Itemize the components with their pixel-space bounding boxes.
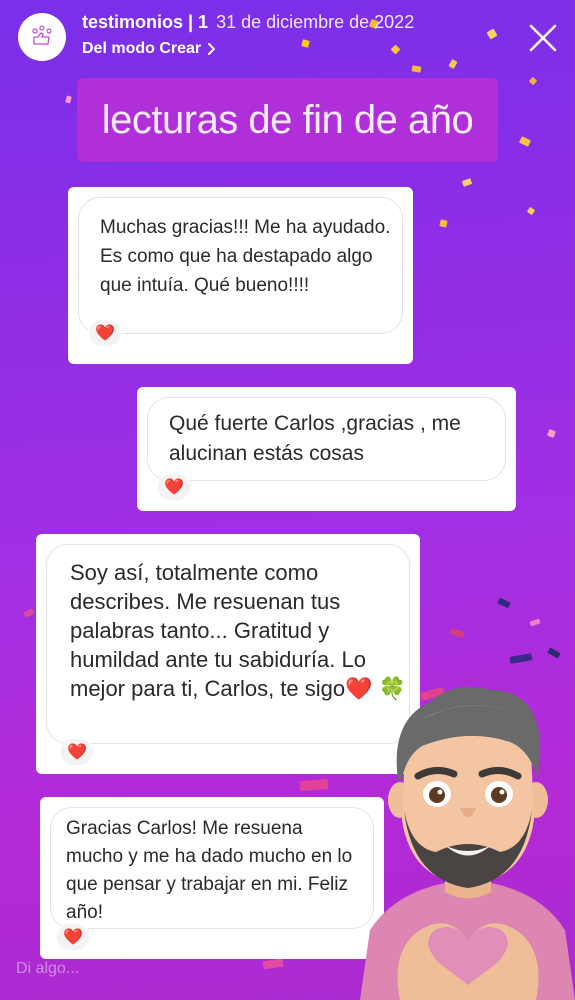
close-button[interactable] — [525, 20, 561, 56]
title-banner: lecturas de fin de año — [77, 78, 498, 162]
message-text: Qué fuerte Carlos ,gracias , me alucinan… — [169, 412, 461, 465]
reply-input[interactable]: Di algo... — [16, 960, 79, 978]
story-header: testimonios | 1 31 de diciembre de 2022 … — [0, 0, 575, 78]
heart-reaction-icon: ❤️ — [88, 319, 122, 347]
heart-reaction-icon: ❤️ — [60, 738, 94, 766]
account-name[interactable]: testimonios | 1 — [82, 12, 208, 33]
source-link[interactable]: Del modo Crear — [82, 40, 217, 58]
heart-reaction-icon: ❤️ — [56, 923, 90, 951]
message-text: Gracias Carlos! Me resuena mucho y me ha… — [66, 818, 353, 923]
memoji-sticker — [360, 686, 575, 1000]
close-icon — [529, 24, 557, 52]
message-text: Muchas gracias!!! Me ha ayudado. Es como… — [100, 217, 391, 296]
story-title: lecturas de fin de año — [101, 97, 474, 142]
account-line: testimonios | 1 31 de diciembre de 2022 — [82, 12, 414, 36]
source-label: Del modo Crear — [82, 40, 202, 57]
message-card: Muchas gracias!!! Me ha ayudado. Es como… — [68, 187, 413, 364]
message-card: Qué fuerte Carlos ,gracias , me alucinan… — [137, 387, 516, 511]
message-card: Gracias Carlos! Me resuena mucho y me ha… — [40, 797, 384, 959]
chevron-right-icon — [208, 43, 216, 55]
thumbs-up-icon — [32, 25, 52, 45]
message-text: Soy así, totalmente como describes. Me r… — [70, 560, 407, 701]
story-date: 31 de diciembre de 2022 — [216, 12, 415, 32]
account-avatar[interactable] — [18, 13, 66, 61]
heart-reaction-icon: ❤️ — [157, 473, 191, 501]
